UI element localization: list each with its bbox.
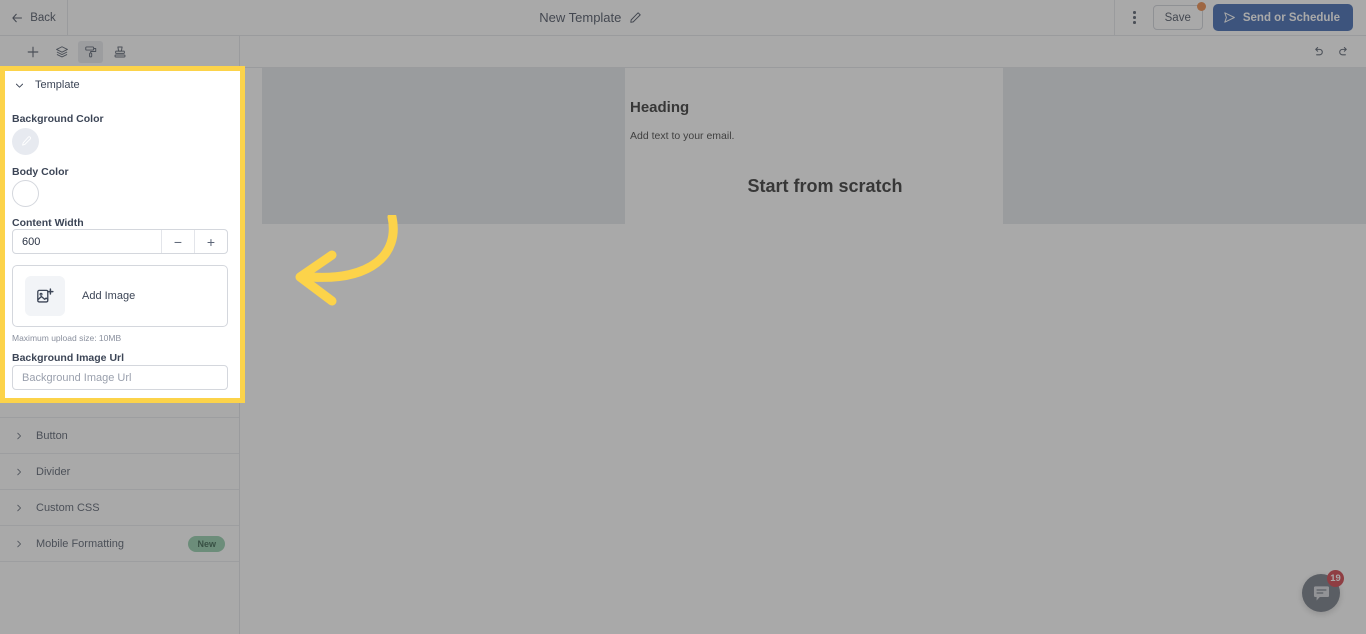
more-vertical-icon[interactable] bbox=[1127, 9, 1143, 27]
background-image-url-label: Background Image Url bbox=[12, 359, 125, 371]
background-image-url-input[interactable] bbox=[12, 377, 227, 403]
send-or-schedule-button[interactable]: Send or Schedule bbox=[1212, 4, 1353, 31]
pencil-icon[interactable] bbox=[629, 11, 642, 24]
app-header: Back New Template Save Send or Schedule bbox=[0, 0, 1366, 36]
template-settings: Background Color Body Color Content Widt… bbox=[0, 100, 239, 403]
background-color-field: Background Color bbox=[12, 100, 227, 145]
eyedropper-icon bbox=[19, 125, 32, 138]
unsaved-changes-badge bbox=[1196, 2, 1206, 11]
redo-icon[interactable] bbox=[1332, 41, 1356, 63]
chevron-right-icon bbox=[14, 467, 24, 477]
sidebar-accordion: Button Divider Custom CSS Mobile Formatt… bbox=[0, 417, 239, 562]
start-from-scratch-title[interactable]: Start from scratch bbox=[650, 176, 1000, 197]
section-template-title: Template bbox=[35, 78, 80, 90]
send-label: Send or Schedule bbox=[1242, 11, 1340, 24]
add-block-icon[interactable] bbox=[20, 41, 45, 63]
canvas-side-pane-left bbox=[262, 68, 625, 224]
save-button[interactable]: Save bbox=[1152, 2, 1206, 30]
send-plane-icon bbox=[1223, 11, 1236, 24]
image-plus-icon bbox=[25, 287, 65, 327]
accordion-label: Custom CSS bbox=[36, 501, 100, 514]
layers-icon[interactable] bbox=[49, 41, 74, 63]
back-button[interactable]: Back bbox=[0, 0, 68, 35]
back-label: Back bbox=[30, 11, 56, 24]
save-label: Save bbox=[1164, 11, 1191, 24]
chat-bubble-icon bbox=[1311, 583, 1332, 604]
add-image-button[interactable]: Add Image bbox=[12, 276, 227, 338]
body-color-label: Body Color bbox=[12, 159, 69, 171]
chat-unread-badge: 19 bbox=[1327, 570, 1344, 587]
accordion-item-mobile-formatting[interactable]: Mobile Formatting New bbox=[0, 526, 239, 562]
canvas-toolbar bbox=[240, 36, 1366, 68]
accordion-label: Divider bbox=[36, 465, 71, 478]
chevron-right-icon bbox=[14, 503, 24, 513]
background-image-url-field: Background Image Url bbox=[12, 359, 227, 403]
email-heading[interactable]: Heading bbox=[630, 99, 1000, 116]
content-width-label: Content Width bbox=[12, 218, 84, 230]
body-color-swatch[interactable] bbox=[12, 177, 39, 204]
chevron-down-icon bbox=[14, 79, 25, 90]
sidebar-panel: Template Background Color Body Color Con… bbox=[0, 68, 239, 634]
canvas-column: Heading Add text to your email. Start fr… bbox=[240, 36, 1366, 634]
header-actions: Save Send or Schedule bbox=[1113, 0, 1366, 35]
background-color-swatch[interactable] bbox=[12, 118, 39, 145]
accordion-item-custom-css[interactable]: Custom CSS bbox=[0, 490, 239, 526]
content-width-increment[interactable]: + bbox=[193, 237, 226, 261]
email-subtext[interactable]: Add text to your email. bbox=[630, 130, 1000, 142]
arrow-left-icon bbox=[11, 12, 23, 24]
content-width-decrement[interactable]: − bbox=[160, 237, 193, 261]
accordion-item-button[interactable]: Button bbox=[0, 418, 239, 454]
content-width-field: Content Width − + bbox=[12, 218, 227, 262]
workspace: Template Background Color Body Color Con… bbox=[0, 36, 1366, 634]
status-badge: New bbox=[188, 535, 225, 552]
background-color-label: Background Color bbox=[12, 100, 104, 112]
upload-size-hint: Maximum upload size: 10MB bbox=[12, 343, 122, 353]
accordion-label: Button bbox=[36, 429, 68, 442]
chat-launcher-button[interactable]: 19 bbox=[1302, 570, 1344, 612]
email-body-content[interactable]: Heading Add text to your email. Start fr… bbox=[630, 68, 1000, 224]
canvas-side-pane-right bbox=[1003, 68, 1366, 224]
add-image-label: Add Image bbox=[82, 301, 136, 313]
stamp-icon[interactable] bbox=[107, 41, 132, 63]
body-color-field: Body Color bbox=[12, 159, 227, 204]
section-template-header[interactable]: Template bbox=[0, 68, 239, 100]
chevron-right-icon bbox=[14, 539, 24, 549]
content-width-stepper: − + bbox=[12, 236, 227, 262]
paint-roller-icon[interactable] bbox=[78, 40, 103, 63]
email-canvas[interactable]: Heading Add text to your email. Start fr… bbox=[240, 68, 1366, 634]
left-sidebar: Template Background Color Body Color Con… bbox=[0, 36, 240, 634]
template-title-group: New Template bbox=[68, 0, 1114, 35]
add-image-field: Add Image Maximum upload size: 10MB bbox=[12, 276, 227, 353]
accordion-item-divider[interactable]: Divider bbox=[0, 454, 239, 490]
app-root: Back New Template Save Send or Schedule bbox=[0, 0, 1366, 634]
accordion-label: Mobile Formatting bbox=[36, 537, 125, 550]
chevron-right-icon bbox=[14, 431, 24, 441]
undo-icon[interactable] bbox=[1306, 41, 1330, 63]
sidebar-toolbar bbox=[0, 36, 239, 68]
page-title: New Template bbox=[539, 10, 622, 25]
content-width-input[interactable] bbox=[13, 237, 160, 261]
